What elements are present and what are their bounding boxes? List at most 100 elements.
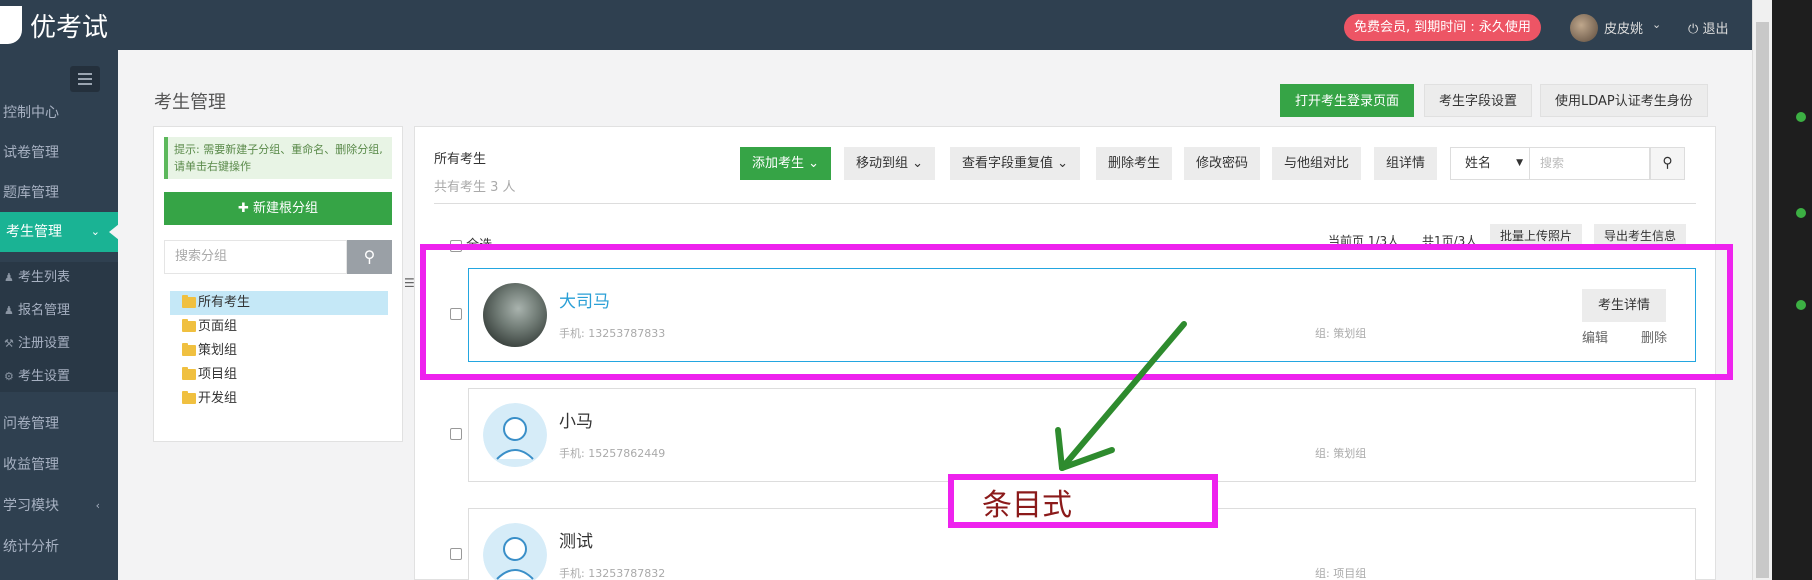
sidebar-item-surveys[interactable]: 问卷管理 <box>0 404 118 444</box>
sidebar-item-control-center[interactable]: 控制中心 <box>0 93 118 133</box>
tree-item-dev-group[interactable]: 开发组 <box>170 387 388 411</box>
student-name[interactable]: 小马 <box>559 407 593 432</box>
group-details-button[interactable]: 组详情 <box>1374 147 1439 180</box>
delete-student-button[interactable]: 删除考生 <box>1096 147 1174 180</box>
open-login-page-button[interactable]: 打开考生登录页面 <box>1280 84 1415 117</box>
compare-groups-button[interactable]: 与他组对比 <box>1272 147 1363 180</box>
scrollbar-thumb[interactable] <box>1756 22 1769 578</box>
tree-item-label: 页面组 <box>198 319 238 334</box>
tree-item-planning-group[interactable]: 策划组 <box>170 339 388 363</box>
sidebar-item-label: 控制中心 <box>3 105 59 121</box>
group-panel: 提示: 需要新建子分组、重命名、删除分组, 请单击右键操作 ✚ 新建根分组 搜索… <box>153 126 403 442</box>
row-checkbox[interactable] <box>450 428 462 440</box>
sidebar-item-label: 考生管理 <box>6 224 62 240</box>
top-bar: 优考试 免费会员, 到期时间 : 永久使用 皮皮姚 ⌄ ⏻ 退出 <box>0 0 1752 50</box>
scrollbar[interactable] <box>1752 0 1772 580</box>
caret-down-icon: ▼ <box>1516 158 1523 168</box>
add-student-label: 添加考生 <box>752 156 805 171</box>
sidebar-item-label: 试卷管理 <box>3 145 59 161</box>
sidebar-item-label: 题库管理 <box>3 185 59 201</box>
chevron-left-icon: ‹ <box>95 499 100 512</box>
move-to-group-label: 移动到组 <box>856 156 909 171</box>
sidebar-subitem-label: 注册设置 <box>18 336 71 351</box>
sidebar-item-label: 收益管理 <box>3 457 59 473</box>
chevron-down-icon[interactable]: ⌄ <box>1652 18 1661 31</box>
sidebar-item-question-bank[interactable]: 题库管理 <box>0 173 118 213</box>
tree-item-all[interactable]: 所有考生 <box>170 291 388 315</box>
sidebar-item-label: 统计分析 <box>3 539 59 555</box>
tree-item-project-group[interactable]: 项目组 <box>170 363 388 387</box>
duplicate-values-label: 查看字段重复值 <box>962 156 1054 171</box>
sidebar-subitem-label: 考生设置 <box>18 369 71 384</box>
sidebar-subitem-label: 报名管理 <box>18 303 71 318</box>
group-search-input[interactable]: 搜索分组 <box>164 240 347 274</box>
annotation-label: 条目式 <box>982 488 1072 523</box>
user-avatar[interactable] <box>1570 14 1598 42</box>
tree-item-label: 策划组 <box>198 343 238 358</box>
sidebar-item-revenue[interactable]: 收益管理 <box>0 445 118 485</box>
sidebar-subitem-label: 考生列表 <box>18 270 71 285</box>
default-avatar-icon <box>483 523 547 580</box>
active-indicator <box>109 224 119 240</box>
window-edge <box>1772 0 1812 580</box>
logout-link[interactable]: ⏻ 退出 <box>1688 18 1728 37</box>
logo-icon <box>0 6 22 44</box>
row-checkbox[interactable] <box>450 548 462 560</box>
student-phone: 手机: 15257862449 <box>559 447 666 460</box>
sidebar-item-exam-papers[interactable]: 试卷管理 <box>0 133 118 173</box>
edge-green-dot <box>1796 208 1806 218</box>
chevron-down-icon: ⌄ <box>808 156 820 171</box>
divider <box>434 203 1696 204</box>
plus-icon: ✚ <box>237 201 249 216</box>
sidebar-subitem-signup-settings[interactable]: ⚒ 注册设置 <box>4 328 70 360</box>
chevron-down-icon: ⌄ <box>912 156 924 171</box>
ldap-auth-button[interactable]: 使用LDAP认证考生身份 <box>1540 84 1708 117</box>
sidebar-item-statistics[interactable]: 统计分析 <box>0 527 118 567</box>
student-group: 组: 项目组 <box>1315 567 1367 580</box>
tree-item-page-group[interactable]: 页面组 <box>170 315 388 339</box>
sidebar-subitem-student-list[interactable]: ♟ 考生列表 <box>4 262 70 294</box>
folder-icon <box>182 367 196 380</box>
student-count: 共有考生 3 人 <box>434 180 516 195</box>
member-badge[interactable]: 免费会员, 到期时间 : 永久使用 <box>1344 14 1541 41</box>
student-name[interactable]: 测试 <box>559 527 593 552</box>
gear-icon: ⚙ <box>4 370 14 383</box>
tree-item-label: 所有考生 <box>198 295 251 310</box>
folder-icon <box>182 319 196 332</box>
user-name[interactable]: 皮皮姚 <box>1604 18 1643 37</box>
panel-heading: 所有考生 <box>434 152 487 167</box>
sidebar-item-students[interactable]: 考生管理 ⌄ <box>0 212 119 252</box>
chevron-down-icon: ⌄ <box>1057 156 1069 171</box>
menu-toggle-icon[interactable] <box>70 66 100 92</box>
power-icon: ⏻ <box>1688 22 1699 37</box>
student-search-input[interactable]: 搜索 <box>1530 147 1650 180</box>
new-group-label: 新建根分组 <box>253 201 319 216</box>
folder-icon <box>182 295 196 308</box>
sidebar-item-label: 学习模块 <box>3 498 59 514</box>
search-icon[interactable]: ⚲ <box>1650 147 1685 180</box>
sidebar-subitem-registration[interactable]: ♟ 报名管理 <box>4 295 70 327</box>
logo-text: 优考试 <box>30 12 109 43</box>
search-field-select[interactable]: 姓名 ▼ <box>1450 147 1530 180</box>
edge-green-dot <box>1796 300 1806 310</box>
change-password-button[interactable]: 修改密码 <box>1184 147 1262 180</box>
folder-icon <box>182 391 196 404</box>
sidebar-item-label: 问卷管理 <box>3 416 59 432</box>
student-fields-button[interactable]: 考生字段设置 <box>1424 84 1533 117</box>
search-field-value: 姓名 <box>1465 156 1492 171</box>
add-student-button[interactable]: 添加考生 ⌄ <box>740 147 833 180</box>
student-group: 组: 策划组 <box>1315 447 1367 460</box>
logo[interactable]: 优考试 <box>0 6 108 44</box>
chevron-down-icon: ⌄ <box>90 225 100 238</box>
duplicate-values-button[interactable]: 查看字段重复值 ⌄ <box>950 147 1082 180</box>
move-to-group-button[interactable]: 移动到组 ⌄ <box>844 147 937 180</box>
new-root-group-button[interactable]: ✚ 新建根分组 <box>164 192 392 225</box>
wrench-icon: ⚒ <box>4 337 14 350</box>
tree-item-label: 开发组 <box>198 391 238 406</box>
panel-splitter-handle[interactable]: ☰ <box>404 276 415 290</box>
search-icon[interactable]: ⚲ <box>347 240 392 274</box>
default-avatar-icon <box>483 403 547 467</box>
edge-green-dot <box>1796 112 1806 122</box>
sidebar-item-learning[interactable]: 学习模块 ‹ <box>0 486 118 526</box>
sidebar-subitem-student-settings[interactable]: ⚙ 考生设置 <box>4 361 70 393</box>
